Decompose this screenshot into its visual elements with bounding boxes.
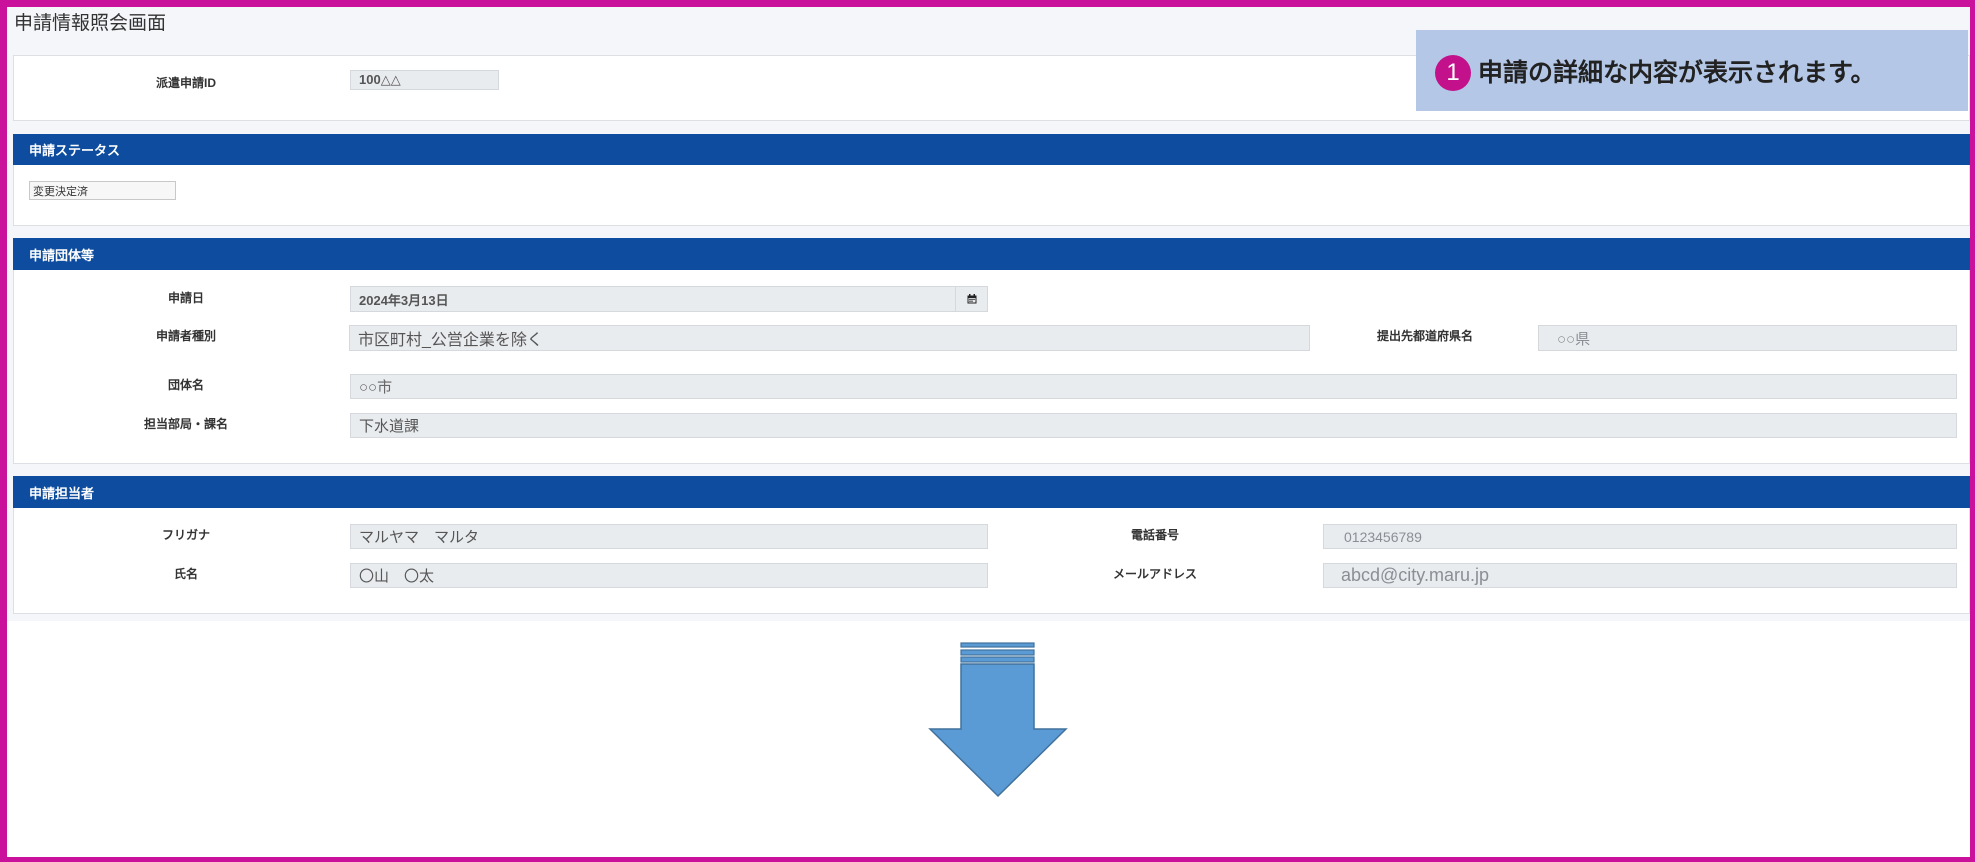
department-label: 担当部局・課名 [143, 417, 228, 431]
organization-section-header: 申請団体等 [13, 238, 1971, 270]
contact-section-header: 申請担当者 [13, 476, 1971, 508]
application-date-value: 2024年3月13日 [359, 292, 449, 308]
organization-name-field[interactable]: ○○市 [350, 374, 1957, 399]
department-field[interactable]: 下水道課 [350, 413, 1957, 438]
status-section: 申請ステータス 変更決定済 [13, 134, 1971, 226]
contact-section: 申請担当者 フリガナ マルヤマ マルタ 電話番号 0123456789 氏名 〇… [13, 476, 1971, 614]
explanation-callout: 1 申請の詳細な内容が表示されます。 [1416, 30, 1968, 111]
application-inquiry-screen: 申請情報照会画面 派遣申請ID 100△△ 1 申請の詳細な内容が表示されます。… [0, 0, 1975, 862]
status-field[interactable]: 変更決定済 [29, 181, 176, 200]
name-field[interactable]: 〇山 〇太 [350, 563, 988, 588]
application-id-field[interactable]: 100△△ [350, 70, 499, 90]
calendar-icon [967, 292, 977, 307]
organization-section: 申請団体等 申請日 2024年3月13日 申請者種別 市区町村_公営企業を除く … [13, 238, 1971, 464]
prefecture-field[interactable]: ○○県 [1538, 325, 1957, 351]
phone-label: 電話番号 [1130, 528, 1179, 542]
prefecture-label: 提出先都道府県名 [1376, 329, 1473, 343]
application-date-field[interactable]: 2024年3月13日 [350, 286, 988, 312]
furigana-label: フリガナ [161, 528, 210, 542]
application-date-label: 申請日 [167, 291, 204, 305]
applicant-type-label: 申請者種別 [155, 329, 216, 343]
number-1-badge: 1 [1435, 55, 1471, 91]
applicant-type-field[interactable]: 市区町村_公営企業を除く [349, 325, 1310, 351]
name-label: 氏名 [173, 567, 198, 581]
furigana-field[interactable]: マルヤマ マルタ [350, 524, 988, 549]
email-label: メールアドレス [1112, 567, 1197, 581]
phone-field[interactable]: 0123456789 [1323, 524, 1957, 549]
status-section-header: 申請ステータス [13, 134, 1971, 165]
page-title: 申請情報照会画面 [14, 13, 167, 34]
email-field[interactable]: abcd@city.maru.jp [1323, 563, 1957, 588]
callout-text: 申請の詳細な内容が表示されます。 [1478, 59, 1876, 87]
down-arrow-icon [925, 640, 1071, 802]
application-id-label: 派遣申請ID [155, 76, 216, 90]
date-picker-button[interactable] [955, 287, 987, 311]
organization-name-label: 団体名 [167, 378, 204, 392]
